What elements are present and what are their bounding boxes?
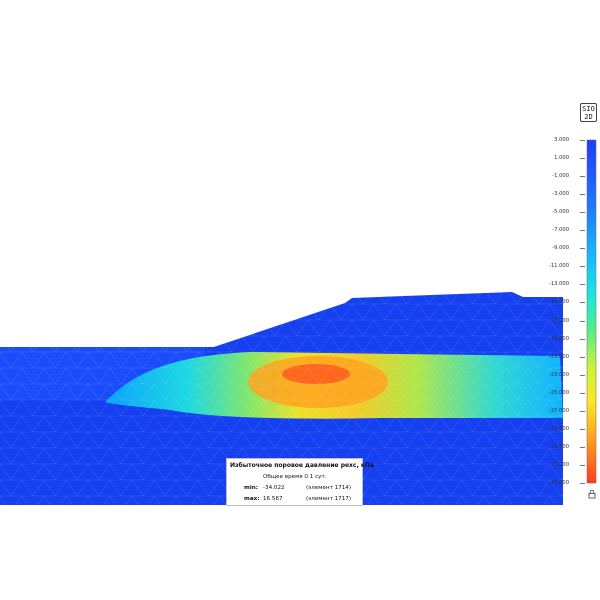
scale-tick-mark	[580, 356, 585, 358]
scale-tick-label: -5.000	[552, 209, 569, 216]
scale-tick-mark	[580, 302, 585, 304]
scale-tick-mark	[580, 446, 585, 448]
legend-panel: Избыточное поровое давление pexc, кПа Об…	[226, 458, 374, 506]
scale-tick-mark	[580, 338, 585, 340]
scale-tick-label: -23.000	[548, 371, 569, 378]
scale-tick-label: -15.000	[548, 299, 569, 306]
scale-tick-label: -19.000	[548, 335, 569, 342]
scale-tick-label: -31.000	[548, 443, 569, 450]
scale-tick-mark	[580, 212, 585, 214]
scale-tick-mark	[580, 483, 585, 484]
scale-tick-label: -33.000	[548, 461, 569, 468]
min-element: (элемент 1714)	[306, 485, 352, 491]
legend-subtitle: Общее время 0.1 сут.	[263, 474, 327, 480]
scale-tick-mark	[580, 284, 585, 286]
scale-tick-label: -13.000	[548, 281, 569, 288]
scale-tick-mark	[580, 248, 585, 250]
scale-tick-label: -9.000	[552, 245, 569, 252]
scale-tick-label: -29.000	[548, 425, 569, 432]
max-element: (элемент 1717)	[306, 496, 352, 502]
logo-line1: SIO	[582, 105, 595, 113]
fem-mesh-view[interactable]	[0, 0, 600, 600]
color-scale-bar	[586, 139, 597, 484]
scale-tick-label: -17.000	[548, 317, 569, 324]
scale-tick-mark	[580, 374, 585, 376]
scale-tick-label: -3.000	[552, 191, 569, 198]
scale-tick-label: -21.000	[548, 353, 569, 360]
logo-line2: 2D	[584, 113, 593, 121]
legend-title: Избыточное поровое давление pexc, кПа	[230, 462, 374, 469]
scale-tick-mark	[580, 158, 585, 160]
max-value: 16.567	[263, 496, 283, 502]
model-viewport[interactable]: SIO 2D 3.000 1.000 -1.000 -3.000 -5.000 -7.00…	[0, 0, 600, 600]
scale-tick-mark	[580, 464, 585, 466]
scale-tick-label: 3.000	[554, 137, 569, 143]
min-value: -34.022	[263, 485, 285, 491]
scale-tick-mark	[580, 140, 585, 141]
lock-icon[interactable]	[587, 489, 597, 499]
min-label: min:	[244, 485, 258, 491]
scale-tick-label: -27.000	[548, 407, 569, 414]
scale-tick-mark	[580, 230, 585, 232]
scale-tick-label: 1.000	[554, 155, 569, 162]
scale-tick-label: -25.000	[548, 389, 569, 396]
scale-tick-mark	[580, 194, 585, 196]
scale-tick-mark	[580, 176, 585, 178]
scale-tick-mark	[580, 392, 585, 394]
scale-tick-label: -35.000	[548, 480, 569, 486]
scale-tick-mark	[580, 266, 585, 268]
scale-tick-mark	[580, 320, 585, 322]
app-logo[interactable]: SIO 2D	[580, 103, 597, 122]
max-label: max:	[244, 496, 260, 502]
scale-tick-mark	[580, 428, 585, 430]
scale-tick-label: -1.000	[552, 173, 569, 180]
scale-tick-mark	[580, 410, 585, 412]
scale-tick-label: -7.000	[552, 227, 569, 234]
scale-tick-label: -11.000	[548, 263, 569, 270]
